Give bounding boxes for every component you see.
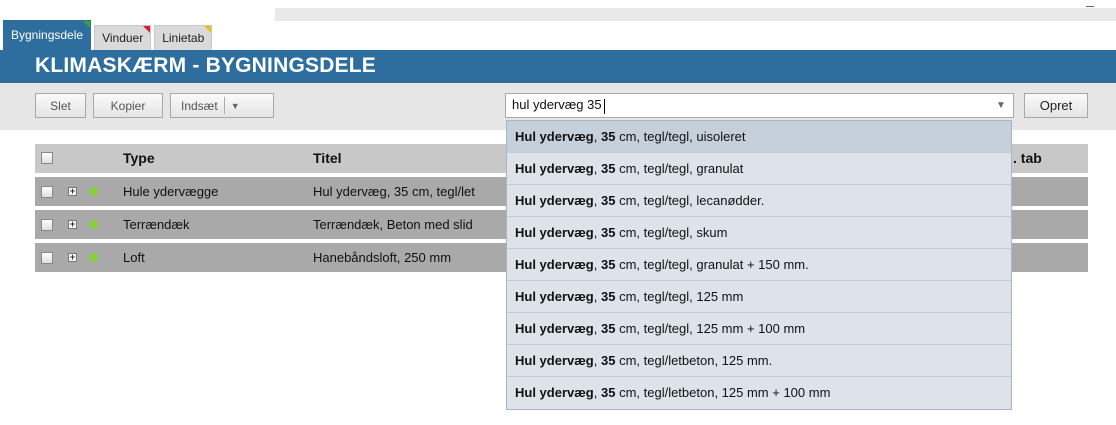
tab-linietab[interactable]: Linietab [154,25,213,50]
page-title: KLIMASKÆRM - BYGNINGSDELE [35,54,376,77]
delete-button[interactable]: Slet [35,93,86,118]
search-input[interactable]: hul ydervæg 35 ▼ [505,93,1014,118]
tab-label: Bygningsdele [11,28,84,42]
cell-title: Hanebåndsloft, 250 mm [313,250,452,265]
suggestion-item[interactable]: Hul ydervæg, 35 cm, tegl/tegl, 125 mm + … [507,313,1011,345]
tab-flag-icon [204,26,212,33]
suggestion-item[interactable]: Hul ydervæg, 35 cm, tegl/letbeton, 125 m… [507,345,1011,377]
delete-button-label: Slet [50,98,71,113]
cell-title: Hul ydervæg, 35 cm, tegl/let [313,184,475,199]
cell-title: Terrændæk, Beton med slid [313,217,473,232]
row-checkbox[interactable] [41,219,53,231]
tab-bygningsdele[interactable]: Bygningsdele [3,20,92,50]
expand-icon[interactable]: + [68,187,77,196]
top-gray-band [275,8,1116,21]
suggestion-item[interactable]: Hul ydervæg, 35 cm, tegl/tegl, granulat … [507,249,1011,281]
row-checkbox[interactable] [41,186,53,198]
insert-button[interactable]: Indsæt ▼ [170,93,274,118]
column-header-loss[interactable]: . tab [1013,144,1042,173]
suggestion-item[interactable]: Hul ydervæg, 35 cm, tegl/tegl, granulat [507,153,1011,185]
suggestion-item[interactable]: Hul ydervæg, 35 cm, tegl/tegl, skum [507,217,1011,249]
suggestion-item[interactable]: Hul ydervæg, 35 cm, tegl/letbeton, 125 m… [507,377,1011,409]
suggestion-item[interactable]: Hul ydervæg, 35 cm, tegl/tegl, lecanødde… [507,185,1011,217]
chevron-down-icon[interactable]: ▼ [231,101,240,111]
expand-icon[interactable]: + [68,253,77,262]
tab-label: Vinduer [102,31,144,45]
suggestion-item[interactable]: Hul ydervæg, 35 cm, tegl/tegl, 125 mm [507,281,1011,313]
status-dot-icon [89,220,98,229]
tab-flag-icon [83,21,91,28]
tab-bar: Bygningsdele Vinduer Linietab [3,20,215,50]
search-input-value: hul ydervæg 35 [506,97,989,114]
tab-vinduer[interactable]: Vinduer [94,25,152,50]
cell-type: Terrændæk [123,217,190,232]
tab-label: Linietab [162,31,205,45]
tab-flag-icon [143,26,151,33]
create-button-label: Opret [1039,98,1073,113]
suggestion-item[interactable]: Hul ydervæg, 35 cm, tegl/tegl, uisoleret [507,121,1011,153]
status-dot-icon [89,187,98,196]
expand-icon[interactable]: + [68,220,77,229]
insert-button-label: Indsæt [181,98,218,113]
copy-button[interactable]: Kopier [93,93,163,118]
cell-type: Hule ydervægge [123,184,219,199]
copy-button-label: Kopier [110,98,146,113]
corner-mark [1086,0,1094,7]
text-cursor [603,98,605,114]
autocomplete-dropdown: Hul ydervæg, 35 cm, tegl/tegl, uisoleret… [506,120,1012,410]
insert-button-divider [223,97,225,114]
status-dot-icon [89,253,98,262]
cell-type: Loft [123,250,145,265]
column-header-type[interactable]: Type [123,144,155,173]
chevron-down-icon[interactable]: ▼ [989,100,1013,111]
title-bar: KLIMASKÆRM - BYGNINGSDELE [0,50,1116,83]
row-checkbox[interactable] [41,252,53,264]
column-header-title[interactable]: Titel [313,144,342,173]
create-button[interactable]: Opret [1024,93,1088,118]
select-all-checkbox[interactable] [41,152,53,164]
